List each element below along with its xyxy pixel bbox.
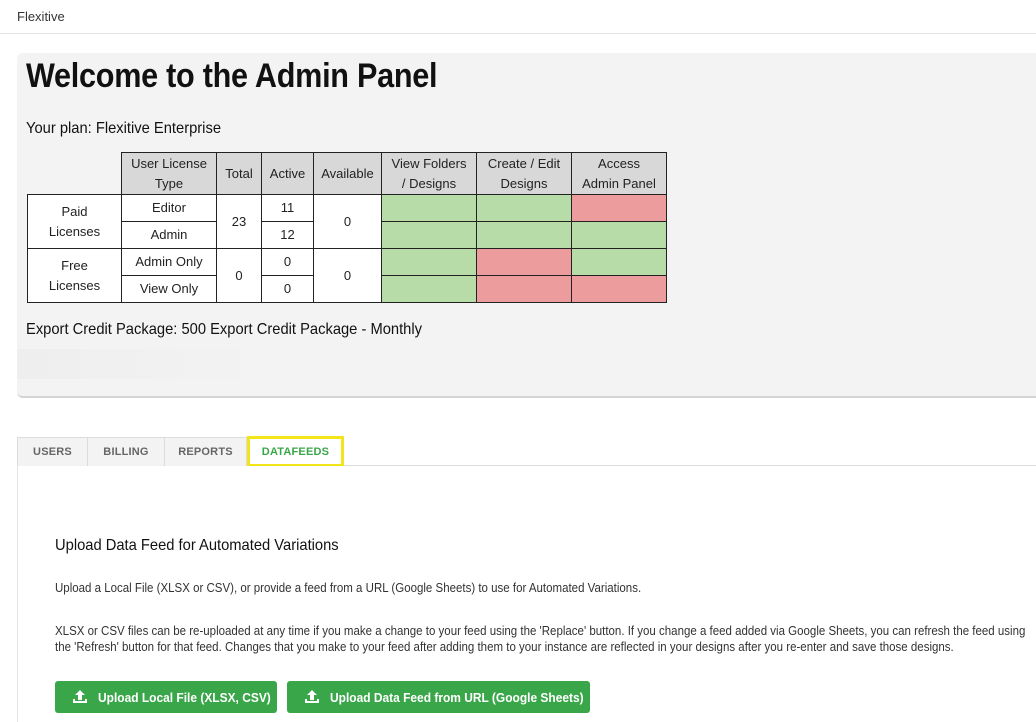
total-cell: 23 (216, 194, 262, 249)
tab-datafeeds[interactable]: DATAFEEDS (247, 436, 344, 467)
active-cell: 11 (261, 194, 314, 222)
datafeeds-intro: Upload a Local File (XLSX or CSV), or pr… (55, 581, 642, 595)
page-title: Welcome to the Admin Panel (26, 57, 438, 95)
permission-cell-view (381, 248, 477, 276)
permission-cell-access (571, 221, 667, 249)
license-type-cell: Admin (121, 221, 217, 249)
permission-cell-view (381, 221, 477, 249)
group-label-paid: Paid Licenses (27, 194, 122, 249)
permission-cell-create (476, 248, 572, 276)
header-view-folders: View Folders / Designs (381, 152, 477, 195)
header-access-admin: Access Admin Panel (571, 152, 667, 195)
upload-local-file-label: Upload Local File (XLSX, CSV) (98, 689, 271, 705)
group-label-free: Free Licenses (27, 248, 122, 303)
admin-tabs: USERS BILLING REPORTS DATAFEEDS (17, 436, 1036, 467)
permission-cell-create (476, 194, 572, 222)
permission-cell-access (571, 248, 667, 276)
table-corner (27, 152, 122, 195)
active-cell: 12 (261, 221, 314, 249)
available-cell: 0 (313, 194, 382, 249)
permission-cell-access (571, 275, 667, 303)
header-active: Active (261, 152, 314, 195)
brand-name: Flexitive (17, 9, 65, 24)
upload-local-file-button[interactable]: Upload Local File (XLSX, CSV) (55, 681, 277, 713)
tab-reports[interactable]: REPORTS (164, 437, 247, 466)
plan-label: Your plan: Flexitive Enterprise (26, 120, 222, 137)
export-credit-label: Export Credit Package: 500 Export Credit… (26, 321, 423, 338)
header-create-edit: Create / Edit Designs (476, 152, 572, 195)
license-type-cell: Admin Only (121, 248, 217, 276)
permission-cell-create (476, 221, 572, 249)
upload-url-feed-label: Upload Data Feed from URL (Google Sheets… (330, 689, 584, 705)
tab-billing[interactable]: BILLING (87, 437, 165, 466)
top-bar: Flexitive (0, 0, 1036, 34)
available-cell: 0 (313, 248, 382, 303)
datafeeds-title: Upload Data Feed for Automated Variation… (55, 537, 339, 554)
upload-icon (305, 690, 319, 703)
license-type-cell: View Only (121, 275, 217, 303)
upload-url-feed-button[interactable]: Upload Data Feed from URL (Google Sheets… (287, 681, 590, 713)
header-available: Available (313, 152, 382, 195)
admin-summary-panel: Welcome to the Admin Panel Your plan: Fl… (17, 53, 1036, 398)
active-cell: 0 (261, 275, 314, 303)
permission-cell-view (381, 275, 477, 303)
datafeeds-content: Upload Data Feed for Automated Variation… (17, 466, 1036, 722)
license-table: User License Type Total Active Available … (27, 152, 667, 303)
datafeeds-detail: XLSX or CSV files can be re-uploaded at … (55, 624, 1026, 654)
header-total: Total (216, 152, 262, 195)
panel-shade (17, 349, 262, 379)
header-license-type: User License Type (121, 152, 217, 195)
tab-users[interactable]: USERS (17, 437, 88, 466)
permission-cell-create (476, 275, 572, 303)
upload-icon (73, 690, 87, 703)
total-cell: 0 (216, 248, 262, 303)
license-type-cell: Editor (121, 194, 217, 222)
permission-cell-view (381, 194, 477, 222)
permission-cell-access (571, 194, 667, 222)
active-cell: 0 (261, 248, 314, 276)
